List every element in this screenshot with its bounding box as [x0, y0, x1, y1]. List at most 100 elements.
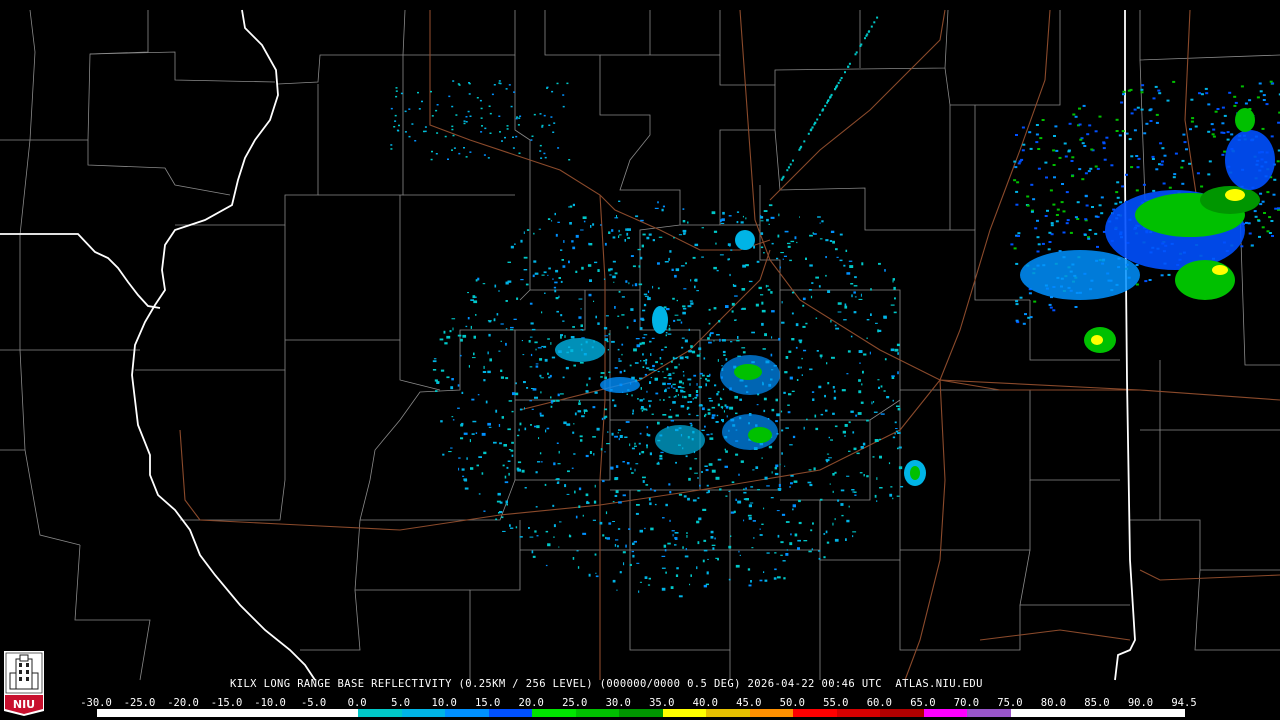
echo-speck [467, 317, 470, 320]
echo-speck [494, 284, 497, 288]
echo-speck [859, 362, 861, 364]
echo-speck [498, 80, 501, 82]
colorbar-segment [923, 709, 968, 717]
echo-speck [753, 537, 755, 539]
echo-speck [1054, 125, 1058, 128]
echo-speck [594, 391, 598, 394]
echo-speck [729, 406, 734, 410]
echo-speck [557, 393, 560, 397]
echo-speck [812, 232, 814, 234]
echo-speck [472, 295, 476, 299]
echo-speck [541, 274, 545, 276]
echo-speck [465, 156, 468, 158]
echo-speck [631, 472, 634, 474]
echo-speck [645, 358, 648, 362]
echo-speck [1015, 300, 1019, 303]
echo-speck [396, 129, 399, 132]
echo-speck [477, 394, 480, 396]
echo-speck [825, 530, 828, 534]
echo-speck [557, 147, 560, 149]
echo-speck [550, 342, 552, 345]
echo-speck [832, 522, 834, 526]
echo-speck [848, 450, 851, 452]
echo-speck [625, 544, 627, 548]
echo-speck [780, 410, 783, 413]
echo-speck [761, 301, 764, 305]
echo-speck [547, 338, 550, 340]
echo-speck [1058, 156, 1062, 159]
echo-speck [721, 365, 723, 367]
echo-speck [1122, 90, 1126, 93]
echo-speck [860, 401, 864, 404]
echo-speck [644, 295, 649, 297]
echo-speck [506, 503, 508, 506]
echo-speck [541, 345, 543, 347]
echo-speck [451, 416, 454, 418]
echo-speck [564, 335, 566, 338]
echo-speck [1155, 121, 1159, 124]
echo-speck [614, 478, 618, 481]
echo-speck [851, 489, 855, 491]
echo-speck [543, 271, 547, 274]
echo-speck [796, 241, 798, 244]
echo-speck [655, 392, 659, 395]
echo-speck [1130, 166, 1134, 169]
echo-speck [792, 504, 796, 508]
echo-speck [1015, 262, 1019, 265]
echo-speck [487, 370, 491, 374]
echo-speck [1262, 99, 1266, 101]
echo-speck [480, 107, 483, 110]
echo-speck [641, 451, 645, 454]
echo-speck [549, 374, 552, 378]
echo-speck [522, 354, 525, 356]
echo-speck [900, 486, 904, 488]
echo-speck [1056, 208, 1060, 211]
echo-speck [875, 322, 878, 324]
echo-speck [1116, 181, 1120, 184]
echo-speck [825, 256, 827, 259]
radar-map [0, 0, 1280, 720]
echo-speck [717, 403, 720, 407]
echo-speck [451, 105, 454, 108]
echo-speck [569, 222, 572, 225]
echo-speck [485, 400, 488, 404]
echo-speck [523, 381, 526, 384]
echo-speck [638, 442, 641, 445]
echo-speck [1172, 80, 1176, 83]
echo-speck [446, 376, 450, 379]
echo-speck [776, 510, 780, 512]
echo-speck [1118, 134, 1122, 137]
echo-speck [738, 473, 740, 476]
echo-speck [897, 371, 899, 375]
echo-speck [846, 373, 849, 375]
echo-speck [487, 422, 491, 426]
echo-speck [395, 95, 398, 98]
echo-speck [520, 279, 524, 281]
echo-speck [612, 260, 616, 263]
echo-speck [668, 373, 672, 376]
echo-speck [713, 340, 715, 342]
echo-speck [1036, 250, 1040, 253]
echo-speck [858, 379, 861, 382]
echo-speck [870, 288, 872, 291]
echo-speck [844, 424, 848, 427]
echo-speck [1082, 104, 1086, 107]
echo-speck [1258, 82, 1262, 85]
echo-speck [749, 502, 754, 504]
echo-speck [540, 391, 542, 394]
echo-speck [818, 113, 821, 116]
echo-speck [707, 412, 711, 415]
echo-speck [711, 414, 716, 417]
echo-speck [839, 259, 843, 262]
echo-speck [592, 519, 596, 521]
echo-speck [654, 503, 657, 506]
echo-speck [1185, 148, 1188, 151]
echo-speck [608, 371, 611, 373]
echo-speck [647, 297, 651, 301]
echo-speck [764, 579, 768, 582]
echo-speck [632, 265, 636, 268]
echo-speck [853, 447, 857, 451]
echo-speck [777, 534, 780, 538]
echo-speck [755, 466, 759, 469]
echo-speck [519, 115, 522, 117]
